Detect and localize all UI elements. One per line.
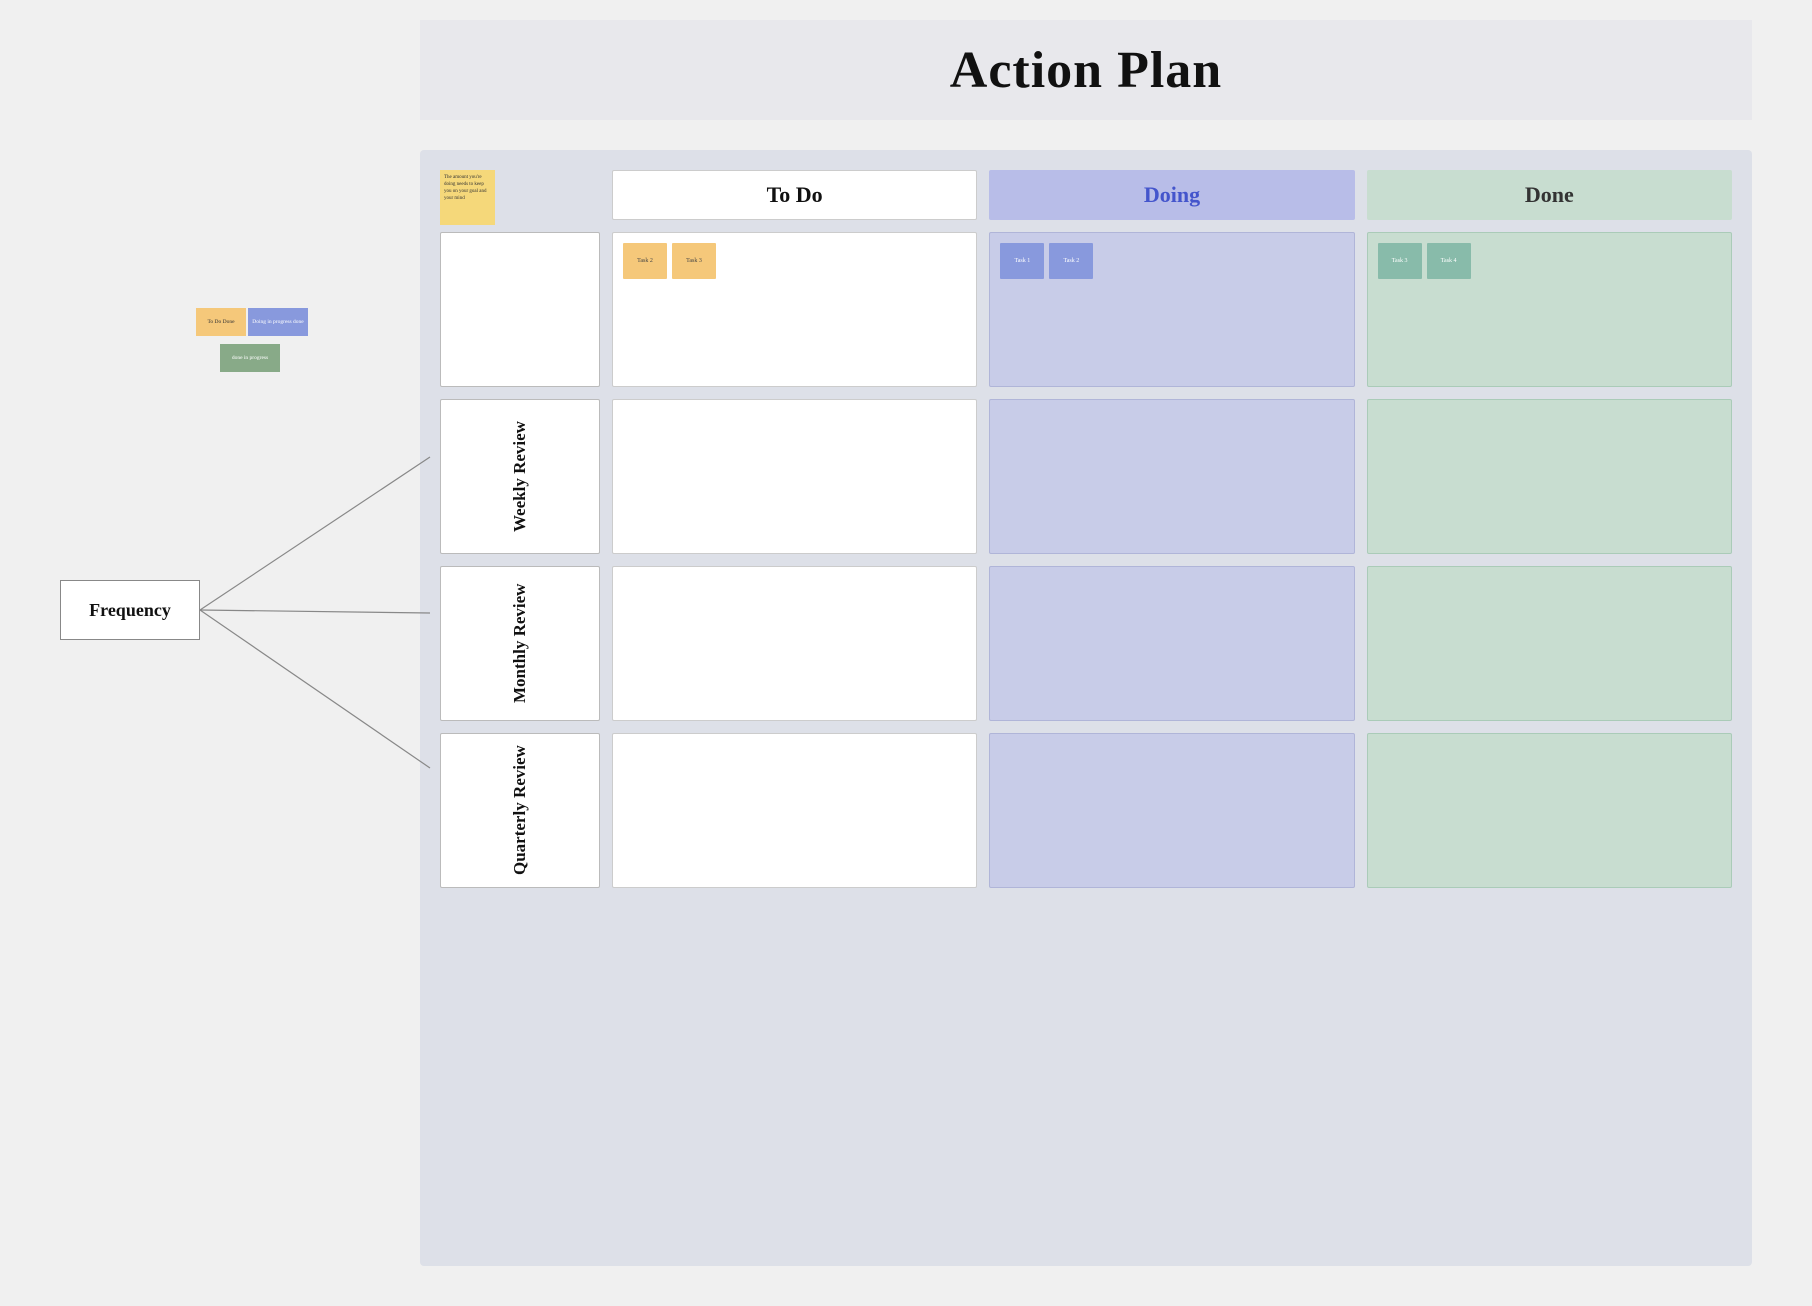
table-row: Quarterly Review [440, 733, 1732, 888]
cell-doing-row2 [989, 399, 1354, 554]
row-label-monthly: Monthly Review [440, 566, 600, 721]
todo-stickies-row1: Task 2 Task 3 [623, 243, 966, 279]
cell-done-row1: Task 3 Task 4 [1367, 232, 1732, 387]
cell-done-row2 [1367, 399, 1732, 554]
table-row: Monthly Review [440, 566, 1732, 721]
sticky-task4-done: Task 4 [1427, 243, 1471, 279]
cell-todo-row4 [612, 733, 977, 888]
header-todo: To Do [612, 170, 977, 220]
sticky-task2-doing: Task 2 [1049, 243, 1093, 279]
sticky-task3-done: Task 3 [1378, 243, 1422, 279]
cell-todo-row2 [612, 399, 977, 554]
frequency-box: Frequency [60, 580, 200, 640]
header-done: Done [1367, 170, 1732, 220]
row-label-quarterly: Quarterly Review [440, 733, 600, 888]
doing-stickies-row1: Task 1 Task 2 [1000, 243, 1343, 279]
sticky-task2: Task 2 [623, 243, 667, 279]
page-title: Action Plan [950, 41, 1222, 100]
row-label-weekly: Weekly Review [440, 399, 600, 554]
header-doing: Doing [989, 170, 1354, 220]
sticky-task3: Task 3 [672, 243, 716, 279]
column-headers: To Do Doing Done [440, 170, 1732, 220]
sticky-task1-doing: Task 1 [1000, 243, 1044, 279]
title-banner: Action Plan [420, 20, 1752, 120]
corner-sticky-text: The amount you're doing needs to keep yo… [444, 174, 491, 202]
main-board: The amount you're doing needs to keep yo… [420, 150, 1752, 1266]
done-stickies-row1: Task 3 Task 4 [1378, 243, 1721, 279]
cell-done-row3 [1367, 566, 1732, 721]
table-row: Task 2 Task 3 Task 1 Task 2 Task 3 Task … [440, 232, 1732, 387]
cell-done-row4 [1367, 733, 1732, 888]
float-sticky-todo: To Do Done [196, 308, 246, 336]
data-rows: Task 2 Task 3 Task 1 Task 2 Task 3 Task … [440, 232, 1732, 888]
cell-doing-row3 [989, 566, 1354, 721]
float-sticky-doing: Doing in progress done [248, 308, 308, 336]
cell-doing-row1: Task 1 Task 2 [989, 232, 1354, 387]
cell-todo-row1: Task 2 Task 3 [612, 232, 977, 387]
cell-todo-row3 [612, 566, 977, 721]
float-sticky-inprogress: done in progress [220, 344, 280, 372]
row-label-empty [440, 232, 600, 387]
table-row: Weekly Review [440, 399, 1732, 554]
cell-doing-row4 [989, 733, 1354, 888]
corner-sticky-note: The amount you're doing needs to keep yo… [440, 170, 495, 225]
